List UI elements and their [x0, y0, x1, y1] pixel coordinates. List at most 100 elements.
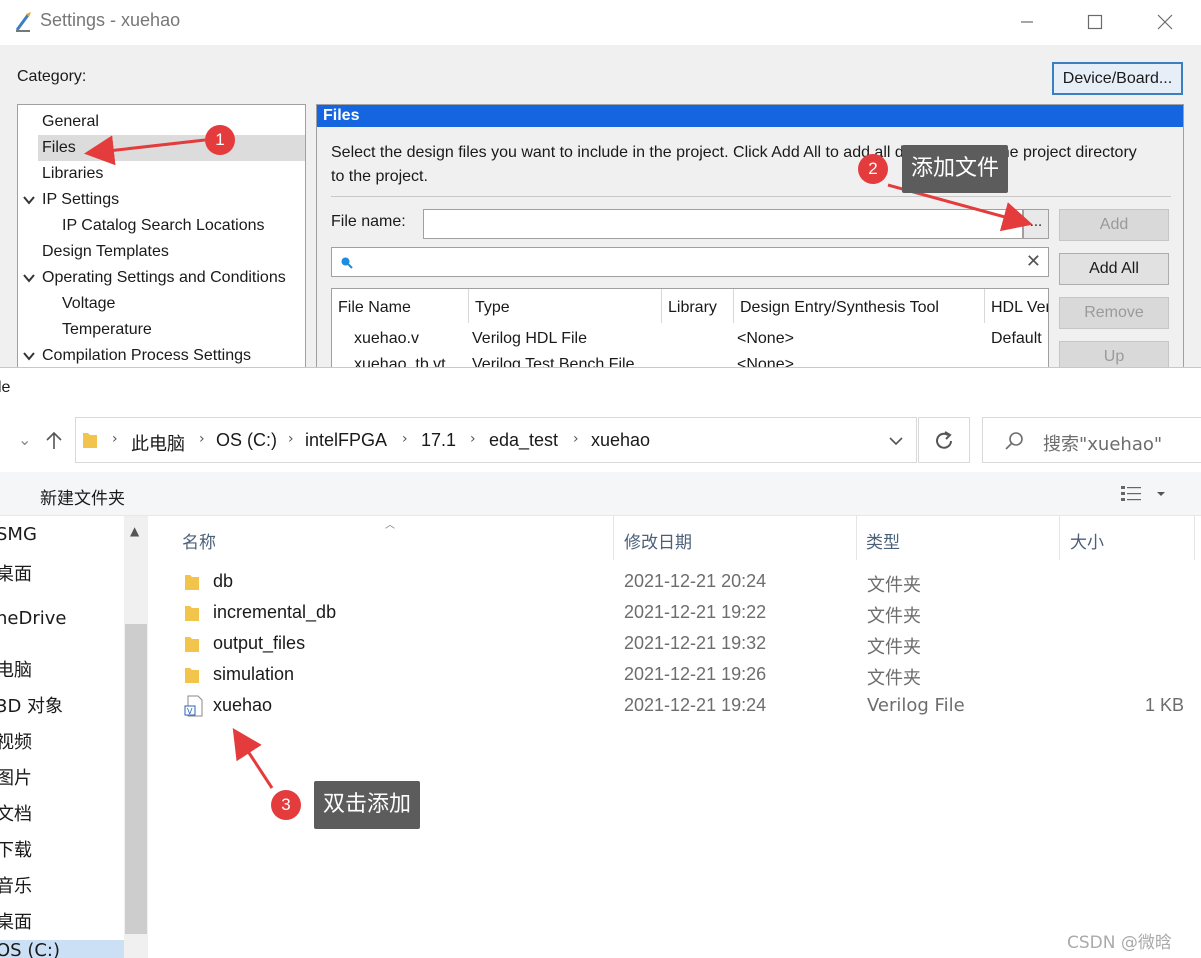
minimize-button[interactable]: [1004, 8, 1050, 38]
file-row[interactable]: V xuehao 2021-12-21 19:24 Verilog File 1…: [150, 691, 1201, 722]
column-header[interactable]: Design Entry/Synthesis Tool: [740, 299, 985, 317]
chevron-down-icon[interactable]: [22, 343, 36, 368]
file-row[interactable]: incremental_db 2021-12-21 19:22 文件夹: [150, 598, 1201, 629]
column-modified[interactable]: 修改日期: [624, 528, 692, 553]
nav-item[interactable]: neDrive: [0, 608, 66, 629]
nav-item[interactable]: 文档: [0, 800, 32, 826]
search-placeholder: 搜索"xuehao": [1043, 434, 1163, 455]
nav-scrollbar[interactable]: ▲: [124, 516, 148, 958]
annotation-badge-2: 2: [858, 154, 888, 184]
column-divider[interactable]: [613, 516, 614, 560]
column-header[interactable]: HDL Version: [991, 299, 1048, 317]
nav-item[interactable]: 视频: [0, 728, 32, 754]
annotation-tag-3: 双击添加: [314, 781, 421, 829]
column-header[interactable]: Library: [668, 299, 732, 317]
browse-button[interactable]: ...: [1023, 209, 1049, 239]
breadcrumb-item[interactable]: eda_test: [489, 430, 558, 451]
chevron-down-icon[interactable]: ⌄: [18, 430, 31, 449]
new-folder-button[interactable]: 新建文件夹: [40, 484, 125, 509]
nav-item[interactable]: 下载: [0, 836, 32, 862]
category-tree[interactable]: General Files Libraries IP Settings IP C…: [17, 104, 306, 368]
nav-item[interactable]: 3D 对象: [0, 692, 63, 718]
tree-item-libraries[interactable]: Libraries: [18, 161, 305, 187]
table-cell[interactable]: xuehao_tb.vt: [354, 356, 464, 367]
table-cell[interactable]: Verilog HDL File: [472, 330, 657, 348]
table-cell[interactable]: <None>: [737, 356, 977, 367]
file-list-header: ︿ 名称 修改日期 类型 大小: [150, 516, 1201, 560]
nav-item[interactable]: 电脑: [0, 656, 32, 682]
breadcrumb-item[interactable]: 17.1: [421, 430, 456, 451]
up-button[interactable]: Up: [1059, 341, 1169, 367]
tree-item-ip-catalog[interactable]: IP Catalog Search Locations: [18, 213, 305, 239]
view-options-icon[interactable]: [1120, 484, 1180, 504]
close-icon: [1157, 14, 1173, 30]
chevron-down-icon[interactable]: [22, 187, 36, 213]
up-arrow-icon[interactable]: [44, 431, 64, 451]
table-cell[interactable]: xuehao.v: [354, 330, 464, 348]
column-divider: [661, 289, 662, 323]
refresh-button[interactable]: [918, 417, 970, 463]
nav-item[interactable]: 图片: [0, 764, 32, 790]
tree-item-files[interactable]: Files: [38, 135, 305, 161]
column-divider[interactable]: [856, 516, 857, 560]
navigation-pane[interactable]: SMG 桌面 neDrive 电脑 3D 对象 视频 图片 文档 下载 音乐 桌…: [0, 516, 150, 958]
file-type: 文件夹: [867, 575, 921, 596]
tree-item-general[interactable]: General: [18, 109, 305, 135]
column-header[interactable]: Type: [475, 299, 655, 317]
folder-icon: [185, 668, 199, 683]
column-divider[interactable]: [1059, 516, 1060, 560]
breadcrumb-item[interactable]: intelFPGA: [305, 430, 387, 451]
breadcrumb-item[interactable]: 此电脑: [131, 430, 185, 456]
svg-text:V: V: [187, 707, 193, 716]
nav-item-selected[interactable]: OS (C:): [0, 940, 124, 958]
file-modified: 2021-12-21 19:26: [624, 664, 767, 684]
files-panel-header: Files: [317, 105, 1183, 127]
clear-icon[interactable]: ✕: [1026, 251, 1041, 272]
file-size: 1 KB: [1144, 695, 1184, 715]
close-button[interactable]: [1142, 8, 1188, 38]
table-cell[interactable]: Default: [991, 330, 1048, 348]
scrollbar-thumb[interactable]: [125, 624, 147, 934]
nav-item[interactable]: 桌面: [0, 560, 32, 586]
nav-item[interactable]: 音乐: [0, 872, 32, 898]
table-cell[interactable]: <None>: [737, 330, 977, 348]
device-board-button[interactable]: Device/Board...: [1052, 62, 1183, 95]
file-name-input[interactable]: [423, 209, 1023, 239]
add-all-button[interactable]: Add All: [1059, 253, 1169, 285]
maximize-button[interactable]: [1072, 8, 1118, 38]
tree-item-voltage[interactable]: Voltage: [18, 291, 305, 317]
tree-item-temperature[interactable]: Temperature: [18, 317, 305, 343]
folder-icon: [185, 606, 199, 621]
search-box[interactable]: 搜索"xuehao": [982, 417, 1201, 463]
breadcrumb-item[interactable]: xuehao: [591, 430, 650, 451]
address-bar[interactable]: › 此电脑 › OS (C:) › intelFPGA › 17.1 › eda…: [75, 417, 917, 463]
tree-item-compilation[interactable]: Compilation Process Settings: [18, 343, 305, 368]
table-cell[interactable]: Verilog Test Bench File: [472, 356, 662, 367]
column-name[interactable]: 名称: [182, 528, 216, 553]
chevron-down-icon[interactable]: [22, 265, 36, 291]
tree-item-design-templates[interactable]: Design Templates: [18, 239, 305, 265]
tree-item-operating-settings[interactable]: Operating Settings and Conditions: [18, 265, 305, 291]
tree-item-ip-settings[interactable]: IP Settings: [18, 187, 305, 213]
nav-item[interactable]: 桌面: [0, 908, 32, 934]
file-filter-input[interactable]: ✕: [331, 247, 1049, 277]
project-files-table[interactable]: File Name Type Library Design Entry/Synt…: [331, 288, 1049, 367]
chevron-right-icon: ›: [288, 431, 294, 447]
file-modified: 2021-12-21 19:32: [624, 633, 767, 653]
column-divider[interactable]: [1194, 516, 1195, 560]
column-size[interactable]: 大小: [1070, 528, 1104, 553]
divider: [331, 196, 1171, 197]
column-type[interactable]: 类型: [866, 528, 900, 553]
column-header[interactable]: File Name: [338, 299, 464, 317]
add-button[interactable]: Add: [1059, 209, 1169, 241]
nav-item[interactable]: SMG: [0, 524, 37, 545]
chevron-down-icon[interactable]: [888, 435, 904, 447]
breadcrumb-item[interactable]: OS (C:): [216, 430, 277, 451]
file-row[interactable]: output_files 2021-12-21 19:32 文件夹: [150, 629, 1201, 660]
file-row[interactable]: simulation 2021-12-21 19:26 文件夹: [150, 660, 1201, 691]
window-title: Settings - xuehao: [40, 10, 181, 30]
file-row[interactable]: db 2021-12-21 20:24 文件夹: [150, 567, 1201, 598]
watermark: CSDN @微晗: [1067, 933, 1172, 953]
scroll-up-icon[interactable]: ▲: [130, 524, 139, 538]
remove-button[interactable]: Remove: [1059, 297, 1169, 329]
